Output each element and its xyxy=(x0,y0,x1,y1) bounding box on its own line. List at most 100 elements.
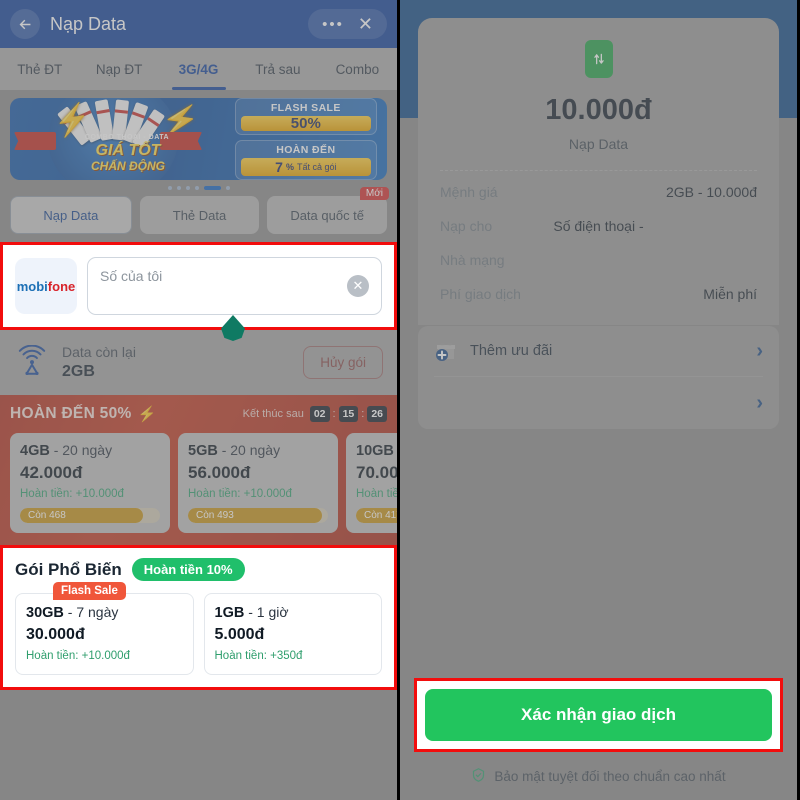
package-stock-label: Còn 417 xyxy=(356,508,397,523)
banner-offer2-value-row: 7 % Tất cả gói xyxy=(240,158,371,177)
banner-offer2-note: Tất cả gói xyxy=(296,162,337,173)
phone-number-input[interactable]: Số của tôi ✕ xyxy=(87,257,382,315)
carousel-dot[interactable] xyxy=(225,186,230,190)
screenshot-root: Nạp Data ••• ✕ Thẻ ĐT Nạp ĐT 3G/4G Trả s… xyxy=(0,0,800,800)
flash-sale-header: HOÀN ĐẾN 50% ⚡ Kết thúc sau 02 : 15 : 26 xyxy=(10,405,387,423)
banner-offer-flashsale: FLASH SALE 50% xyxy=(234,98,377,136)
flash-sale-card[interactable]: 5GB - 20 ngày 56.000đ Hoàn tiền: +10.000… xyxy=(178,433,338,533)
popular-card-list: Flash Sale 30GB - 7 ngày 30.000đ Hoàn ti… xyxy=(15,582,382,675)
flash-sale-card[interactable]: 4GB - 20 ngày 42.000đ Hoàn tiền: +10.000… xyxy=(10,433,170,533)
detail-row-nha-mang: Nhà mạng xyxy=(440,243,757,277)
divider xyxy=(440,170,757,171)
package-cashback-row: Hoàn tiền: +350đ xyxy=(215,650,372,662)
package-cashback-label: Hoàn tiền: xyxy=(20,488,73,500)
data-remaining-label: Data còn lại xyxy=(62,344,136,360)
close-icon[interactable]: ✕ xyxy=(358,15,373,33)
package-cashback-row: Hoàn tiền: +10.000đ xyxy=(26,650,183,662)
package-cashback-label: Hoàn tiề xyxy=(356,488,399,500)
detail-value: 2GB - 10.000đ xyxy=(665,184,757,200)
popular-card[interactable]: 1GB - 1 giờ 5.000đ Hoàn tiền: +350đ xyxy=(203,593,382,675)
package-cashback-value: +10.000đ xyxy=(81,650,130,662)
ribbon-left xyxy=(14,132,56,150)
package-size: 4GB xyxy=(20,443,50,459)
option-row-them-uu-dai[interactable]: Thêm ưu đãi › xyxy=(434,326,763,376)
subtab-the-data[interactable]: Thẻ Data xyxy=(139,196,260,234)
page-title: Nạp Data xyxy=(50,13,127,34)
confirm-button-highlight: Xác nhận giao dịch xyxy=(414,678,783,752)
package-stock-bar: Còn 493 xyxy=(188,508,328,523)
carousel-dot[interactable] xyxy=(185,186,190,190)
security-note-text: Bảo mật tuyệt đối theo chuẩn cao nhất xyxy=(494,769,726,784)
package-title: 30GB - 7 ngày xyxy=(26,604,183,621)
banner-kicker: COMBO THOẠI - DATA xyxy=(84,134,170,141)
back-button[interactable] xyxy=(10,9,40,39)
popular-packages-section: Gói Phổ Biến Hoàn tiền 10% Flash Sale 30… xyxy=(0,545,397,690)
package-duration: - 20 ngày xyxy=(221,442,281,458)
detail-row-nap-cho: Nạp cho Số điện thoại - xyxy=(440,209,757,243)
carousel-dot[interactable] xyxy=(194,186,199,190)
subtab-the-data-label: Thẻ Data xyxy=(172,207,227,223)
promo-banner-wrap: ⚡ ⚡ COMBO THOẠI - DATA GIÁ TỐT CHẤN ĐỘNG… xyxy=(0,90,397,180)
right-confirm-panel: 10.000đ Nạp Data Mệnh giá 2GB - 10.000đ … xyxy=(400,0,797,800)
more-options-icon[interactable]: ••• xyxy=(322,17,344,32)
option-label: Thêm ưu đãi xyxy=(470,343,553,359)
phone-input-placeholder: Số của tôi xyxy=(100,268,163,284)
banner-offer2-label: HOÀN ĐẾN xyxy=(276,144,336,157)
package-cashback-value: +350đ xyxy=(270,650,303,662)
flash-sale-card[interactable]: 10GB - 70.00 Hoàn tiề Còn 417 xyxy=(346,433,399,533)
banner-artwork: ⚡ ⚡ COMBO THOẠI - DATA GIÁ TỐT CHẤN ĐỘNG xyxy=(10,98,231,180)
app-bar-actions: ••• ✕ xyxy=(308,9,387,39)
wifi-signal-icon xyxy=(14,344,50,381)
option-row-secondary[interactable]: › xyxy=(434,377,763,429)
countdown-label: Kết thúc sau xyxy=(242,408,304,420)
tab-nap-dt[interactable]: Nạp ĐT xyxy=(79,48,158,90)
data-remaining-value: 2GB xyxy=(62,363,95,380)
new-badge: Mới xyxy=(359,187,390,200)
flash-sale-card-list: 4GB - 20 ngày 42.000đ Hoàn tiền: +10.000… xyxy=(10,433,397,533)
carousel-dot[interactable] xyxy=(167,186,172,190)
popular-card[interactable]: 30GB - 7 ngày 30.000đ Hoàn tiền: +10.000… xyxy=(15,593,194,675)
package-stock-bar: Còn 417 xyxy=(356,508,397,523)
transaction-amount: 10.000đ xyxy=(545,94,652,126)
detail-key: Mệnh giá xyxy=(440,184,498,200)
carousel-dot-active[interactable] xyxy=(203,186,221,190)
package-size: 5GB xyxy=(188,443,218,459)
banner-subheadline: CHẤN ĐỘNG xyxy=(91,159,165,173)
tab-the-dt[interactable]: Thẻ ĐT xyxy=(0,48,79,90)
left-phone-panel: Nạp Data ••• ✕ Thẻ ĐT Nạp ĐT 3G/4G Trả s… xyxy=(0,0,400,800)
data-remaining-text: Data còn lại 2GB xyxy=(62,344,136,381)
package-cashback-label: Hoàn tiền: xyxy=(214,650,267,662)
tab-combo[interactable]: Combo xyxy=(318,48,397,90)
chevron-right-icon[interactable]: › xyxy=(756,393,763,413)
transfer-arrows-icon xyxy=(584,40,613,78)
package-cashback-row: Hoàn tiề xyxy=(356,488,399,500)
chevron-right-icon[interactable]: › xyxy=(756,341,763,361)
gift-plus-icon xyxy=(434,339,460,363)
cancel-package-button[interactable]: Hủy gói xyxy=(303,346,383,379)
package-size: 1GB xyxy=(214,605,245,621)
confirm-transaction-button[interactable]: Xác nhận giao dịch xyxy=(425,689,772,741)
package-duration: - 7 ngày xyxy=(67,604,119,620)
subtab-data-quoc-te[interactable]: Data quốc tế Mới xyxy=(267,187,390,234)
carousel-dots xyxy=(0,180,397,194)
detail-key: Nhà mạng xyxy=(440,252,505,268)
tab-3g-4g[interactable]: 3G/4G xyxy=(159,48,238,90)
package-cashback-label: Hoàn tiền: xyxy=(188,488,241,500)
tab-tra-sau[interactable]: Trả sau xyxy=(238,48,317,90)
package-title: 4GB - 20 ngày xyxy=(20,442,160,459)
carousel-dot[interactable] xyxy=(176,186,181,190)
banner-offer-cashback: HOÀN ĐẾN 7 % Tất cả gói xyxy=(234,140,377,180)
package-price: 42.000đ xyxy=(20,463,83,482)
package-cashback-label: Hoàn tiền: xyxy=(26,650,79,662)
subtab-nap-data-label: Nạp Data xyxy=(43,207,99,223)
clear-icon[interactable]: ✕ xyxy=(347,275,369,297)
promo-banner[interactable]: ⚡ ⚡ COMBO THOẠI - DATA GIÁ TỐT CHẤN ĐỘNG… xyxy=(10,98,387,180)
carrier-logo-part2: fone xyxy=(47,278,76,294)
package-cashback-value: +10.000đ xyxy=(243,488,292,500)
carrier-logo[interactable]: mobi fone xyxy=(15,258,77,314)
transaction-subtitle: Nạp Data xyxy=(568,136,629,152)
subtab-nap-data[interactable]: Nạp Data xyxy=(10,196,132,234)
banner-headline: GIÁ TỐT xyxy=(95,142,161,159)
package-stock-bar: Còn 468 xyxy=(20,508,160,523)
package-cashback-row: Hoàn tiền: +10.000đ xyxy=(188,488,328,500)
